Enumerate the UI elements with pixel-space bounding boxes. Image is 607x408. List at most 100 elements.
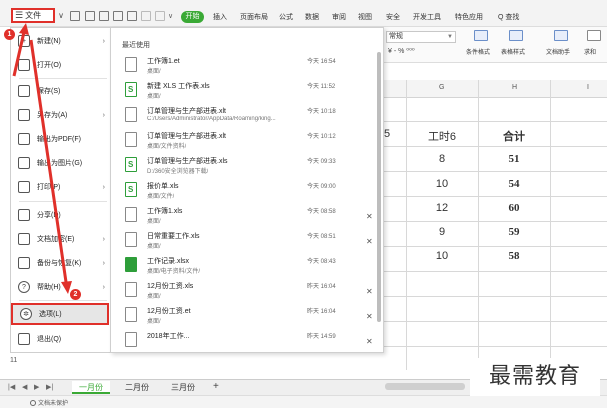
column-header-g[interactable]: G	[439, 84, 444, 91]
cell-h[interactable]: 51	[479, 153, 549, 165]
cell-g-header[interactable]: 工时6	[407, 128, 477, 144]
chevron-right-icon: ›	[102, 111, 105, 119]
menu-bar: ☰ 文件 ∨ ∨ 开始 插入 页面布局 公式 数据 审阅 视图 安全 开发工具 …	[0, 0, 607, 27]
recent-file-item[interactable]: 订单管理与生产部进表.xls D:/360安全浏览器下载/今天 09:33	[111, 154, 373, 178]
recent-file-item[interactable]: 日常重要工作.xls 桌面/今天 08:51 ✕	[111, 229, 373, 253]
search-box[interactable]: Q 查找	[498, 12, 519, 22]
row-header-11[interactable]: 11	[10, 357, 17, 364]
cell-g[interactable]: 8	[407, 153, 477, 165]
doc-helper-button[interactable]: 文档助手	[546, 47, 570, 56]
conditional-format-button[interactable]: 条件格式	[466, 47, 490, 56]
tab-start[interactable]: 开始	[181, 11, 204, 23]
tab-view[interactable]: 视图	[358, 12, 372, 22]
first-sheet-icon[interactable]: |◀	[8, 383, 15, 391]
cell-h-header[interactable]: 合计	[479, 128, 549, 144]
menu-item-export-image[interactable]: 输出为图片(G)	[11, 152, 111, 174]
next-sheet-icon[interactable]: ▶	[34, 383, 39, 391]
menu-item-print[interactable]: 打印(P) ›	[11, 176, 111, 198]
tab-page-layout[interactable]: 页面布局	[240, 12, 268, 22]
table-style-icon[interactable]	[509, 30, 523, 41]
menu-item-help[interactable]: ? 帮助(H) ›	[11, 276, 111, 298]
new-document-icon[interactable]	[70, 11, 80, 21]
cell-g[interactable]: 12	[407, 202, 477, 214]
save-icon[interactable]	[99, 11, 109, 21]
recent-file-path: 桌面/	[147, 94, 161, 100]
remove-recent-icon[interactable]: ✕	[366, 312, 373, 321]
grid-line	[384, 171, 607, 172]
remove-recent-icon[interactable]: ✕	[366, 337, 373, 346]
tab-features[interactable]: 特色应用	[455, 12, 483, 22]
menu-item-encrypt[interactable]: 文档加密(E) ›	[11, 228, 111, 250]
tab-data[interactable]: 数据	[305, 12, 319, 22]
remove-recent-icon[interactable]: ✕	[366, 212, 373, 221]
recent-file-name: 12月份工资.xls	[147, 283, 194, 290]
cell-h[interactable]: 54	[479, 178, 549, 190]
tab-formula[interactable]: 公式	[279, 12, 293, 22]
tab-security[interactable]: 安全	[386, 12, 400, 22]
menu-item-label: 文档加密(E)	[37, 236, 75, 243]
tab-developer[interactable]: 开发工具	[413, 12, 441, 22]
menu-item-share[interactable]: 分享(D)	[11, 204, 111, 226]
column-header-h[interactable]: H	[512, 84, 517, 91]
backup-icon	[18, 257, 30, 269]
menu-item-label: 保存(S)	[37, 88, 61, 95]
cell-h[interactable]: 60	[479, 202, 549, 214]
column-headers: G H I	[384, 80, 607, 98]
recent-file-item[interactable]: 报价单.xls 桌面/文件/今天 09:00	[111, 179, 373, 203]
cell-g[interactable]: 10	[407, 250, 477, 262]
sum-button[interactable]: 求和	[584, 47, 596, 56]
menu-item-backup[interactable]: 备份与恢复(K) ›	[11, 252, 111, 274]
menu-item-save[interactable]: 保存(S)	[11, 80, 111, 102]
recent-file-item[interactable]: 新建 XLS 工作表.xls 桌面/今天 11:52	[111, 79, 373, 103]
chevron-down-icon[interactable]: ∨	[58, 11, 64, 20]
print-icon[interactable]	[127, 11, 137, 21]
sheet-tab-january[interactable]: 一月份	[72, 381, 110, 394]
folder-icon[interactable]	[85, 11, 95, 21]
recent-file-item[interactable]: 订单管理与生产部进表.xlt 桌面/文件资料/今天 10:12	[111, 129, 373, 153]
recent-file-item[interactable]: 工作簿1.xls 桌面/今天 08:58 ✕	[111, 204, 373, 228]
document-icon	[125, 332, 137, 347]
add-sheet-button[interactable]: +	[213, 381, 219, 392]
cell-g[interactable]: 9	[407, 226, 477, 238]
last-sheet-icon[interactable]: ▶|	[46, 383, 53, 391]
recent-file-item[interactable]: 工作记录.xlsx 桌面/电子资料/文件/今天 08:43	[111, 254, 373, 278]
tab-review[interactable]: 审阅	[332, 12, 346, 22]
currency-icon[interactable]: ¥ - % ⁰⁰⁰	[388, 47, 415, 55]
recent-file-item[interactable]: 2018年工作... 昨天 14:59 ✕	[111, 329, 373, 352]
recent-file-item[interactable]: 订单管理与生产部进表.xlt C:/Users/Administrator/App…	[111, 104, 373, 128]
table-style-button[interactable]: 表格样式	[501, 47, 525, 56]
doc-protection-status[interactable]: 文档未保护	[30, 398, 68, 407]
menu-item-save-as[interactable]: 另存为(A) ›	[11, 104, 111, 126]
cell-g[interactable]: 10	[407, 178, 477, 190]
menu-item-options[interactable]: ✲ 选项(L)	[11, 303, 109, 325]
redo-icon[interactable]	[155, 11, 165, 21]
column-header-i[interactable]: I	[587, 84, 589, 91]
menu-item-new[interactable]: + 新建(N) ›	[11, 30, 111, 52]
menu-item-exit[interactable]: 退出(Q)	[11, 328, 111, 350]
recent-file-item[interactable]: 工作簿1.et 桌面/今天 16:54	[111, 54, 373, 78]
sheet-tab-february[interactable]: 二月份	[118, 381, 156, 394]
sum-icon[interactable]	[587, 30, 601, 41]
undo-icon[interactable]	[141, 11, 151, 21]
menu-item-export-pdf[interactable]: 输出为PDF(F)	[11, 128, 111, 150]
grid-line	[384, 321, 607, 322]
conditional-format-icon[interactable]	[474, 30, 488, 41]
cell-h[interactable]: 58	[479, 250, 549, 262]
vertical-scrollbar[interactable]	[377, 52, 381, 322]
recent-file-path: 桌面/文件资料/	[147, 144, 187, 150]
print-preview-icon[interactable]	[113, 11, 123, 21]
sheet-tab-march[interactable]: 三月份	[164, 381, 202, 394]
recent-file-item[interactable]: 12月份工资.xls 桌面/昨天 16:04 ✕	[111, 279, 373, 303]
prev-sheet-icon[interactable]: ◀	[22, 383, 27, 391]
horizontal-scrollbar[interactable]	[385, 383, 465, 390]
remove-recent-icon[interactable]: ✕	[366, 287, 373, 296]
menu-item-open[interactable]: 打开(O)	[11, 54, 111, 76]
chevron-down-icon[interactable]: ∨	[168, 12, 178, 22]
doc-helper-icon[interactable]	[554, 30, 568, 41]
cell-h[interactable]: 59	[479, 226, 549, 238]
remove-recent-icon[interactable]: ✕	[366, 237, 373, 246]
number-format-select[interactable]: 常规 ▼	[386, 31, 456, 43]
recent-file-item[interactable]: 12月份工资.et 桌面/昨天 16:04 ✕	[111, 304, 373, 328]
file-menu-button[interactable]: ☰ 文件 ∨	[11, 8, 64, 23]
tab-insert[interactable]: 插入	[213, 12, 227, 22]
